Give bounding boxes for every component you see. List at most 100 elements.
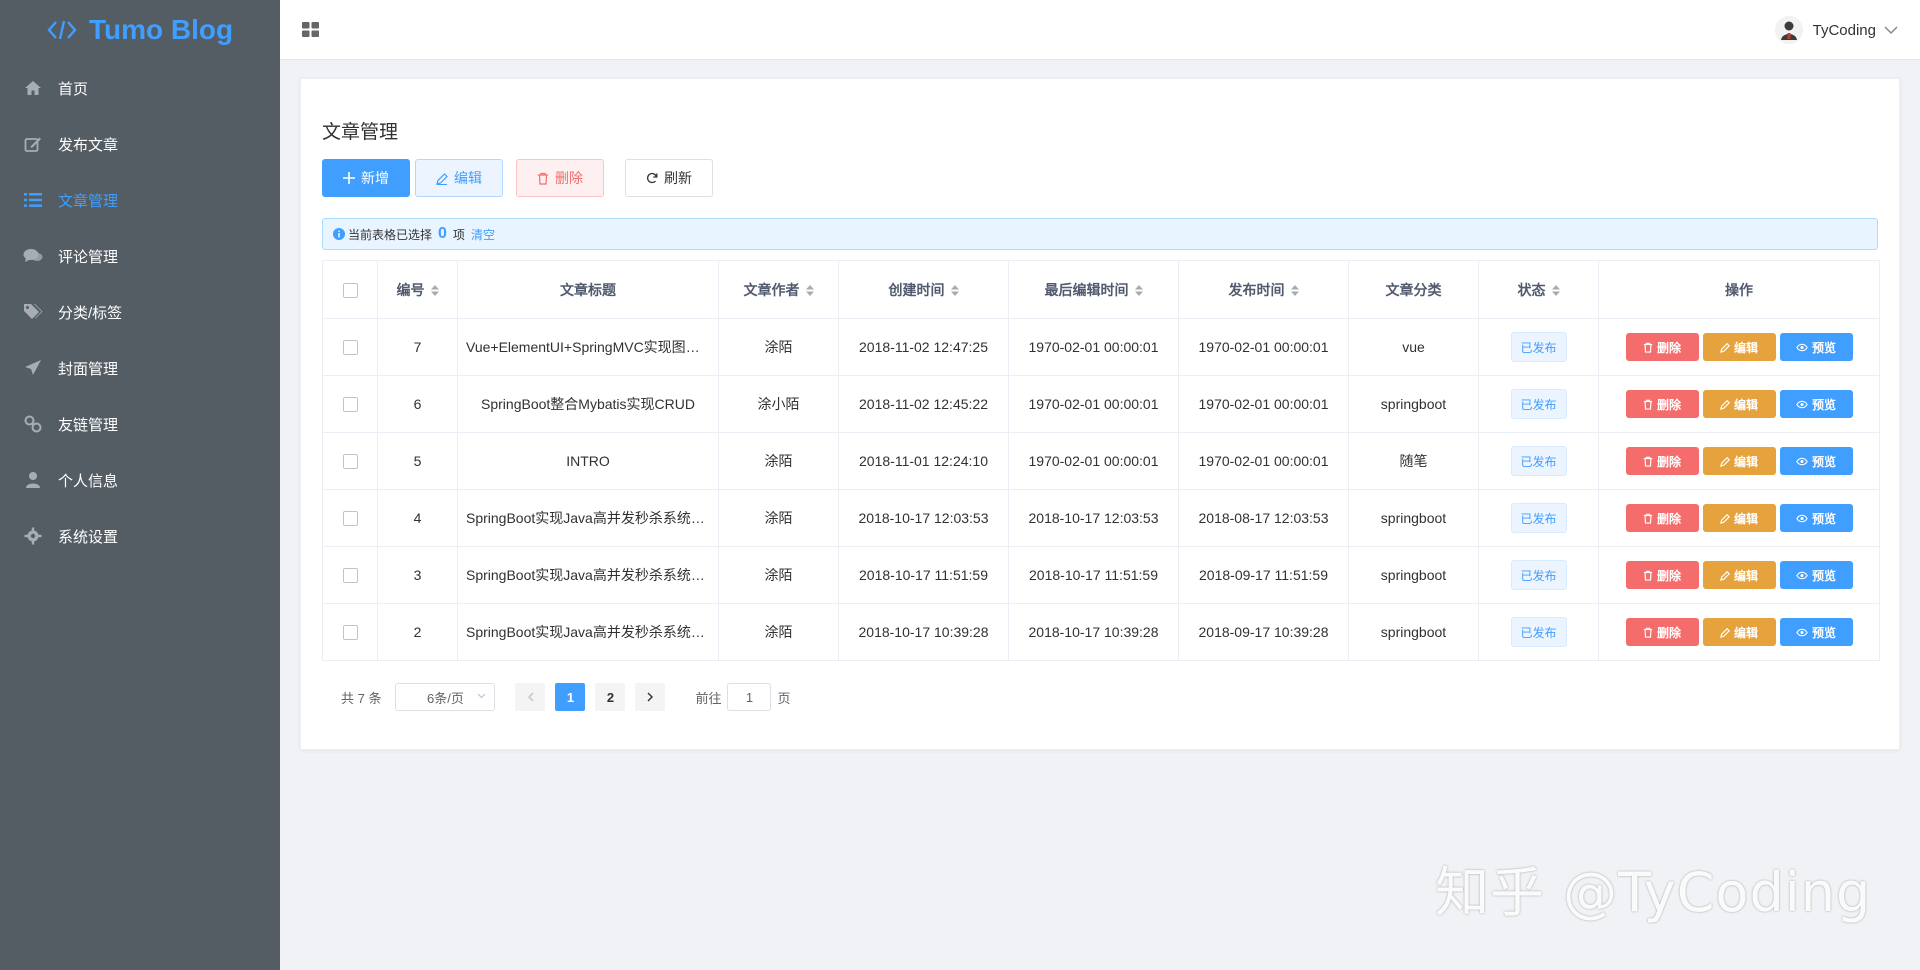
- sidebar-item-links[interactable]: 友链管理: [0, 396, 280, 452]
- select-all-checkbox[interactable]: [342, 282, 358, 298]
- sidebar-item-profile[interactable]: 个人信息: [0, 452, 280, 508]
- row-preview-label: 预览: [1811, 568, 1836, 583]
- article-id: 2: [377, 603, 458, 661]
- table-row[interactable]: 7 Vue+ElementUI+SpringMVC实现图片上传 涂陌 2018-11-…: [322, 318, 1880, 376]
- table-row[interactable]: 3SpringBoot实现Java高并发秒杀系统之Service层涂陌2018-…: [322, 546, 1880, 604]
- status-cell: 已发布: [1478, 489, 1599, 547]
- refresh-button[interactable]: 刷新: [625, 159, 713, 197]
- row-checkbox[interactable]: [342, 340, 358, 356]
- row-edit-button[interactable]: 编辑: [1702, 561, 1776, 589]
- column-header-edited[interactable]: 最后编辑时间: [1008, 260, 1179, 319]
- row-preview-button[interactable]: 预览: [1779, 618, 1853, 646]
- top-header: TyCoding: [280, 0, 1920, 60]
- page-button-2[interactable]: 2: [595, 683, 626, 711]
- sidebar-item-articles[interactable]: 文章管理: [0, 172, 280, 228]
- sidebar-item-home[interactable]: 首页: [0, 60, 280, 116]
- next-page-button[interactable]: [635, 683, 666, 711]
- logo[interactable]: Tumo Blog: [0, 0, 280, 60]
- row-edit-button[interactable]: 编辑: [1702, 390, 1776, 418]
- article-category: springboot: [1348, 546, 1479, 604]
- row-preview-button[interactable]: 预览: [1779, 333, 1853, 361]
- page-size-select[interactable]: 6条/页: [395, 683, 496, 711]
- row-checkbox[interactable]: [342, 511, 358, 527]
- row-delete-button[interactable]: 删除: [1625, 504, 1699, 532]
- row-delete-button[interactable]: 删除: [1625, 447, 1699, 475]
- column-header-id[interactable]: 编号: [377, 260, 458, 319]
- column-header-status[interactable]: 状态: [1478, 260, 1599, 319]
- link-icon: [22, 413, 44, 435]
- table-row[interactable]: 6 SpringBoot整合Mybatis实现CRUD 涂小陌 2018-11-02 …: [322, 375, 1880, 433]
- row-checkbox[interactable]: [342, 568, 358, 584]
- row-checkbox[interactable]: [342, 625, 358, 641]
- row-delete-button[interactable]: 删除: [1625, 333, 1699, 361]
- sidebar-item-covers[interactable]: 封面管理: [0, 340, 280, 396]
- sort-icon[interactable]: [1134, 283, 1143, 299]
- sort-icon[interactable]: [1290, 283, 1299, 299]
- info-icon: [333, 228, 345, 240]
- row-edit-button[interactable]: 编辑: [1702, 447, 1776, 475]
- article-category: 随笔: [1348, 432, 1479, 490]
- row-select-cell: [322, 318, 378, 376]
- row-checkbox[interactable]: [342, 454, 358, 470]
- sort-icon[interactable]: [950, 283, 959, 299]
- edited-time: 2018-10-17 11:51:59: [1008, 546, 1179, 604]
- apps-grid-icon[interactable]: [302, 22, 320, 43]
- sort-icon[interactable]: [430, 283, 439, 299]
- article-author: 涂陌: [718, 432, 839, 490]
- delete-button[interactable]: 删除: [516, 159, 604, 197]
- published-time: 2018-08-17 12:03:53: [1178, 489, 1349, 547]
- row-edit-button[interactable]: 编辑: [1702, 504, 1776, 532]
- sidebar-item-comments[interactable]: 评论管理: [0, 228, 280, 284]
- row-preview-button[interactable]: 预览: [1779, 390, 1853, 418]
- row-edit-button[interactable]: 编辑: [1702, 618, 1776, 646]
- row-delete-button[interactable]: 删除: [1625, 561, 1699, 589]
- row-select-cell: [322, 489, 378, 547]
- row-checkbox[interactable]: [342, 397, 358, 413]
- sort-icon[interactable]: [1551, 283, 1560, 299]
- actions-cell: 删除 编辑 预览: [1598, 432, 1880, 490]
- article-title: INTRO: [457, 432, 719, 490]
- article-title: SpringBoot实现Java高并发秒杀系统之DAO层: [457, 489, 719, 547]
- column-header-author[interactable]: 文章作者: [718, 260, 839, 319]
- status-badge: 已发布: [1510, 332, 1567, 362]
- row-delete-button[interactable]: 删除: [1625, 390, 1699, 418]
- sidebar-item-settings[interactable]: 系统设置: [0, 508, 280, 564]
- sidebar-item-tags[interactable]: 分类/标签: [0, 284, 280, 340]
- row-preview-button[interactable]: 预览: [1779, 561, 1853, 589]
- toolbar: 新增 编辑 删除 刷新: [322, 159, 718, 197]
- created-time: 2018-10-17 11:51:59: [838, 546, 1009, 604]
- actions-cell: 删除 编辑 预览: [1598, 375, 1880, 433]
- table-header-row: 编号 文章标题 文章作者 创建时间 最后编辑时间 发布时间 文章分类 状态 操作: [322, 260, 1880, 319]
- page-button-1[interactable]: 1: [555, 683, 586, 711]
- row-delete-label: 删除: [1656, 454, 1681, 469]
- column-header-created[interactable]: 创建时间: [838, 260, 1009, 319]
- row-preview-button[interactable]: 预览: [1779, 447, 1853, 475]
- articles-table: 编号 文章标题 文章作者 创建时间 最后编辑时间 发布时间 文章分类 状态 操作…: [322, 260, 1880, 661]
- sidebar-item-label: 封面管理: [58, 360, 119, 378]
- trash-icon: [1643, 513, 1653, 524]
- status-badge: 已发布: [1510, 560, 1567, 590]
- table-row[interactable]: 4SpringBoot实现Java高并发秒杀系统之DAO层涂陌2018-10-1…: [322, 489, 1880, 547]
- published-time: 1970-02-01 00:00:01: [1178, 375, 1349, 433]
- sort-icon[interactable]: [805, 283, 814, 299]
- row-preview-label: 预览: [1811, 511, 1836, 526]
- row-edit-label: 编辑: [1733, 511, 1758, 526]
- sidebar-item-publish[interactable]: 发布文章: [0, 116, 280, 172]
- row-edit-button[interactable]: 编辑: [1702, 333, 1776, 361]
- published-time: 1970-02-01 00:00:01: [1178, 432, 1349, 490]
- sidebar-item-label: 系统设置: [58, 528, 119, 546]
- clear-selection-link[interactable]: 清空: [471, 226, 495, 243]
- user-menu[interactable]: TyCoding: [1774, 16, 1898, 44]
- row-preview-button[interactable]: 预览: [1779, 504, 1853, 532]
- edit-button[interactable]: 编辑: [415, 159, 503, 197]
- table-row[interactable]: 5 INTRO 涂陌 2018-11-01 12:24:10 1970-02-01 00…: [322, 432, 1880, 490]
- article-author: 涂陌: [718, 489, 839, 547]
- prev-page-button[interactable]: [515, 683, 546, 711]
- goto-page-input[interactable]: [727, 683, 772, 711]
- add-button[interactable]: 新增: [322, 159, 410, 197]
- table-row[interactable]: 2SpringBoot实现Java高并发秒杀系统之Web层涂陌2018-10-1…: [322, 603, 1880, 661]
- avatar: [1774, 16, 1803, 44]
- row-delete-button[interactable]: 删除: [1625, 618, 1699, 646]
- article-title: SpringBoot整合Mybatis实现CRUD: [457, 375, 719, 433]
- column-header-published[interactable]: 发布时间: [1178, 260, 1349, 319]
